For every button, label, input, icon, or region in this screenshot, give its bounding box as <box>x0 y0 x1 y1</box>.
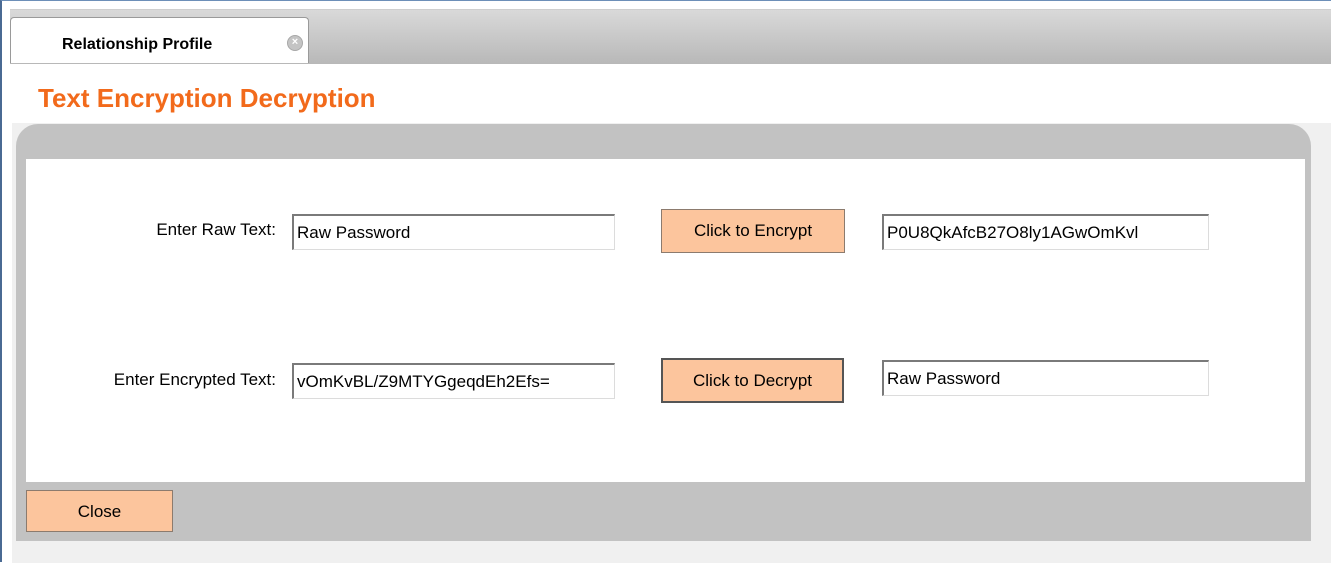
tab-relationship-profile[interactable]: Relationship Profile × <box>10 17 309 63</box>
decrypt-button[interactable]: Click to Decrypt <box>661 358 844 403</box>
tab-label: Relationship Profile <box>62 36 213 53</box>
close-circle-icon[interactable]: × <box>287 35 303 51</box>
raw-text-input[interactable]: Raw Password <box>292 214 615 250</box>
decrypted-output-field[interactable]: Raw Password <box>882 360 1209 396</box>
encrypted-text-input[interactable]: vOmKvBL/Z9MTYGgeqdEh2Efs= <box>292 363 615 399</box>
encrypted-text-label: Enter Encrypted Text: <box>113 370 276 389</box>
raw-text-label: Enter Raw Text: <box>156 220 276 239</box>
encrypt-button[interactable]: Click to Encrypt <box>661 209 845 253</box>
encrypted-output-field[interactable]: P0U8QkAfcB27O8ly1AGwOmKvl <box>882 214 1209 250</box>
form-body <box>26 159 1305 482</box>
page-title: Text Encryption Decryption <box>38 83 376 113</box>
window-frame: Relationship Profile × Text Encryption D… <box>0 0 1331 563</box>
close-button[interactable]: Close <box>26 490 173 532</box>
